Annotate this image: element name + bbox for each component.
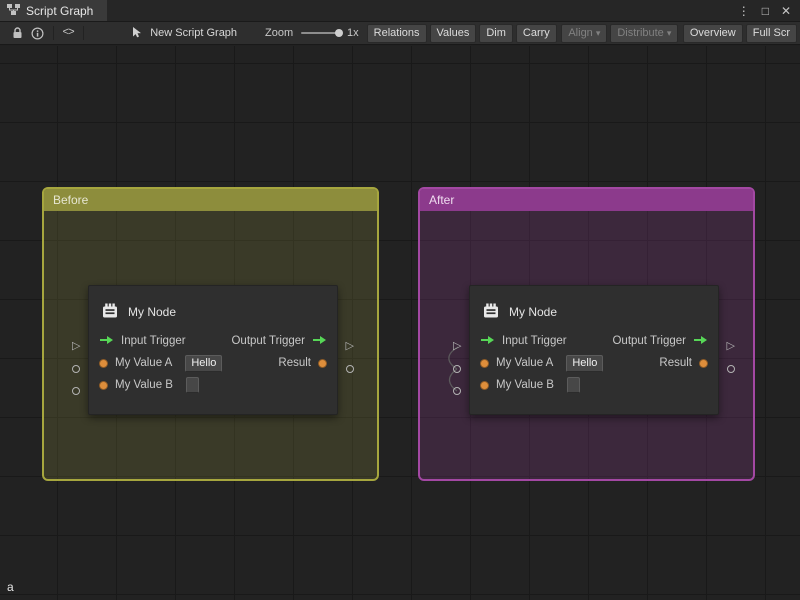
tab-script-graph[interactable]: Script Graph bbox=[0, 0, 107, 21]
value-b-row: My Value B bbox=[470, 374, 718, 396]
node-header[interactable]: My Node bbox=[470, 286, 718, 322]
group-after[interactable]: After ▷ ▷ My Node bbox=[418, 187, 755, 481]
output-trigger-label: Output Trigger bbox=[612, 335, 686, 347]
chevron-down-icon: ▾ bbox=[596, 27, 601, 40]
trigger-row: Input Trigger Output Trigger bbox=[89, 330, 337, 352]
value-input-port-outer[interactable] bbox=[453, 365, 461, 373]
group-title: After bbox=[429, 193, 454, 207]
maximize-icon[interactable]: □ bbox=[762, 5, 769, 17]
flow-arrow-icon[interactable] bbox=[99, 335, 114, 348]
align-label: Align bbox=[568, 27, 592, 40]
overview-button[interactable]: Overview bbox=[683, 24, 743, 43]
value-port-icon[interactable] bbox=[99, 359, 108, 368]
fullscreen-button[interactable]: Full Scr bbox=[746, 24, 797, 43]
info-icon[interactable] bbox=[31, 27, 44, 40]
close-icon[interactable]: ✕ bbox=[781, 5, 791, 17]
output-trigger-label: Output Trigger bbox=[231, 335, 305, 347]
code-icon[interactable]: <> bbox=[63, 27, 74, 39]
chevron-down-icon: ▾ bbox=[667, 27, 672, 40]
distribute-label: Distribute bbox=[617, 27, 663, 40]
value-b-label: My Value B bbox=[496, 379, 554, 391]
distribute-dropdown: Distribute ▾ bbox=[610, 24, 678, 43]
carry-button[interactable]: Carry bbox=[516, 24, 557, 43]
graph-asset-label: New Script Graph bbox=[150, 27, 237, 39]
dim-button[interactable]: Dim bbox=[479, 24, 513, 43]
node-title: My Node bbox=[128, 305, 176, 319]
node-header[interactable]: My Node bbox=[89, 286, 337, 322]
value-output-port-outer[interactable] bbox=[346, 365, 354, 373]
tab-bar: Script Graph ⋮ □ ✕ bbox=[0, 0, 800, 22]
graph-canvas[interactable]: Before ▷ ▷ My Node bbox=[0, 46, 800, 600]
graph-tab-icon bbox=[7, 4, 20, 18]
flow-arrow-icon[interactable] bbox=[480, 335, 495, 348]
node-unit-icon bbox=[101, 302, 119, 323]
flow-output-port-outer[interactable]: ▷ bbox=[727, 341, 735, 352]
flow-arrow-icon[interactable] bbox=[693, 335, 708, 348]
node-title: My Node bbox=[509, 305, 557, 319]
value-a-label: My Value A bbox=[496, 357, 553, 369]
result-label: Result bbox=[659, 357, 692, 369]
values-button[interactable]: Values bbox=[430, 24, 477, 43]
script-graph-window: Script Graph ⋮ □ ✕ <> New Script Graph Z… bbox=[0, 0, 800, 600]
value-a-row: My Value A Hello Result bbox=[89, 352, 337, 374]
window-menu-icon[interactable]: ⋮ bbox=[738, 5, 750, 17]
graph-asset-icon bbox=[132, 26, 144, 41]
window-controls: ⋮ □ ✕ bbox=[738, 0, 800, 21]
zoom-slider[interactable] bbox=[301, 32, 341, 34]
node-port-rows: Input Trigger Output Trigger My Value A … bbox=[89, 330, 337, 396]
flow-output-port-outer[interactable]: ▷ bbox=[346, 341, 354, 352]
node-unit-icon bbox=[482, 302, 500, 323]
tabbar-spacer bbox=[107, 0, 737, 21]
value-port-icon[interactable] bbox=[480, 359, 489, 368]
input-trigger-label: Input Trigger bbox=[502, 335, 567, 347]
value-a-row: My Value A Hello Result bbox=[470, 352, 718, 374]
value-input-port-outer[interactable] bbox=[72, 387, 80, 395]
node-my-node[interactable]: ▷ ▷ My Node Input Trigger bbox=[88, 285, 338, 415]
input-trigger-label: Input Trigger bbox=[121, 335, 186, 347]
value-b-row: My Value B bbox=[89, 374, 337, 396]
value-a-input[interactable]: Hello bbox=[185, 355, 222, 372]
value-a-input[interactable]: Hello bbox=[566, 355, 603, 372]
zoom-value: 1x bbox=[347, 27, 359, 39]
value-output-port-outer[interactable] bbox=[727, 365, 735, 373]
group-before-header[interactable]: Before bbox=[44, 189, 377, 211]
group-after-header[interactable]: After bbox=[420, 189, 753, 211]
value-input-port-outer[interactable] bbox=[72, 365, 80, 373]
value-b-label: My Value B bbox=[115, 379, 173, 391]
graph-toolbar: <> New Script Graph Zoom 1x Relations Va… bbox=[0, 22, 800, 45]
canvas-stray-text: a bbox=[7, 580, 14, 594]
value-port-icon[interactable] bbox=[480, 381, 489, 390]
relations-button[interactable]: Relations bbox=[367, 24, 427, 43]
toolbar-separator bbox=[53, 26, 54, 40]
align-dropdown: Align ▾ bbox=[561, 24, 607, 43]
graph-asset-name[interactable]: New Script Graph bbox=[132, 26, 237, 41]
zoom-slider-handle[interactable] bbox=[335, 29, 343, 37]
value-port-icon[interactable] bbox=[99, 381, 108, 390]
group-before[interactable]: Before ▷ ▷ My Node bbox=[42, 187, 379, 481]
lock-icon[interactable] bbox=[12, 27, 23, 39]
value-b-input[interactable] bbox=[567, 377, 580, 393]
tab-label: Script Graph bbox=[26, 4, 93, 18]
trigger-row: Input Trigger Output Trigger bbox=[470, 330, 718, 352]
flow-input-port-outer[interactable]: ▷ bbox=[72, 341, 80, 352]
value-b-input[interactable] bbox=[186, 377, 199, 393]
flow-arrow-icon[interactable] bbox=[312, 335, 327, 348]
value-input-port-outer[interactable] bbox=[453, 387, 461, 395]
flow-input-port-outer[interactable]: ▷ bbox=[453, 341, 461, 352]
value-port-icon[interactable] bbox=[699, 359, 708, 368]
group-title: Before bbox=[53, 193, 88, 207]
toolbar-separator bbox=[83, 26, 84, 40]
node-port-rows: Input Trigger Output Trigger My Value A … bbox=[470, 330, 718, 396]
zoom-label: Zoom bbox=[265, 27, 293, 39]
node-my-node[interactable]: ▷ ▷ My Node Input Trigger bbox=[469, 285, 719, 415]
value-port-icon[interactable] bbox=[318, 359, 327, 368]
result-label: Result bbox=[278, 357, 311, 369]
value-a-label: My Value A bbox=[115, 357, 172, 369]
